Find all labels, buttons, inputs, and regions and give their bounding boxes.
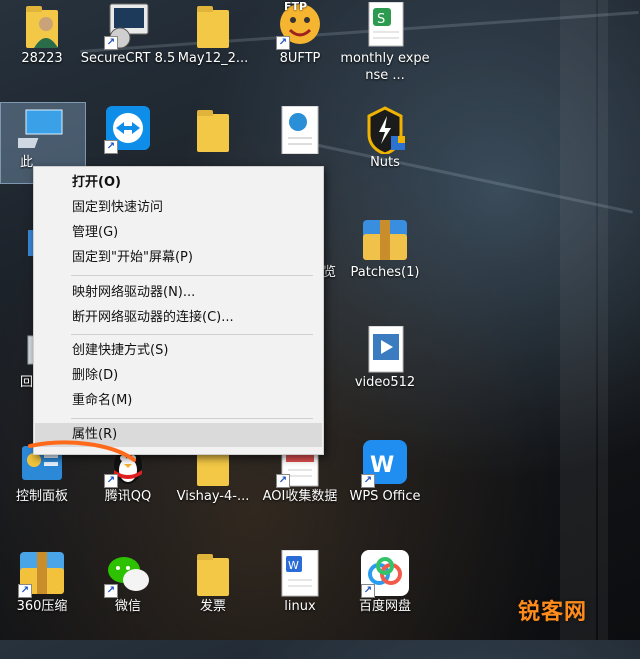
wps-office-icon: W ↗ bbox=[361, 440, 409, 488]
folder-icon bbox=[189, 550, 237, 598]
desktop-icon-may12[interactable]: May12_2... bbox=[165, 0, 261, 111]
shortcut-arrow-icon: ↗ bbox=[104, 140, 118, 154]
icon-label: Vishay-4-... bbox=[176, 489, 250, 504]
watermark: 锐客网 bbox=[518, 600, 588, 625]
shortcut-arrow-icon: ↗ bbox=[18, 584, 32, 598]
folder-icon bbox=[189, 2, 237, 50]
menu-item-manage[interactable]: 管理(G) bbox=[35, 221, 322, 245]
menu-separator bbox=[71, 418, 313, 419]
icon-label: SecureCRT 8.5 bbox=[80, 51, 176, 66]
menu-separator bbox=[71, 334, 313, 335]
desktop-icon-linux[interactable]: W linux bbox=[252, 548, 348, 659]
desktop-icon-baidu-netdisk[interactable]: ↗ 百度网盘 bbox=[337, 548, 433, 659]
shortcut-arrow-icon: ↗ bbox=[361, 474, 375, 488]
user-folder-icon bbox=[18, 2, 66, 50]
menu-item-pin-quick-access[interactable]: 固定到快速访问 bbox=[35, 196, 322, 220]
ftp-badge: FTP bbox=[284, 0, 308, 13]
shortcut-arrow-icon: ↗ bbox=[104, 36, 118, 50]
desktop-icon-monthly-expense[interactable]: S monthly expense ... bbox=[337, 0, 433, 111]
icon-label: linux bbox=[284, 599, 316, 614]
spreadsheet-icon: S bbox=[361, 1, 409, 50]
menu-item-delete[interactable]: 删除(D) bbox=[35, 364, 322, 388]
menu-item-disconnect-network-drive[interactable]: 断开网络驱动器的连接(C)... bbox=[35, 306, 322, 330]
nuts-shield-icon bbox=[361, 106, 409, 156]
desktop-icon-securecrt[interactable]: ↗ SecureCRT 8.5 bbox=[80, 0, 176, 111]
icon-label: May12_2... bbox=[177, 51, 249, 66]
baidu-netdisk-icon: ↗ bbox=[361, 550, 409, 598]
menu-separator bbox=[71, 275, 313, 276]
icon-label: 控制面板 bbox=[15, 489, 68, 504]
icon-label: WPS Office bbox=[349, 489, 421, 504]
icon-label: video512 bbox=[354, 375, 416, 390]
background-pillar bbox=[598, 0, 608, 640]
desktop-icon-video512[interactable]: video512 bbox=[337, 324, 433, 435]
icon-label: 8UFTP bbox=[279, 51, 321, 66]
securecrt-icon: ↗ bbox=[104, 2, 152, 50]
video-file-icon bbox=[361, 325, 409, 374]
menu-item-open[interactable]: 打开(O) bbox=[35, 171, 322, 195]
shortcut-arrow-icon: ↗ bbox=[276, 474, 290, 488]
desktop-icon-wechat[interactable]: ↗ 微信 bbox=[80, 548, 176, 659]
context-menu: 打开(O) 固定到快速访问 管理(G) 固定到"开始"屏幕(P) 映射网络驱动器… bbox=[33, 166, 324, 455]
icon-label: 360压缩 bbox=[16, 599, 68, 614]
icon-label: 发票 bbox=[199, 599, 226, 614]
360-archive-icon: ↗ bbox=[18, 550, 66, 598]
icon-label: monthly expense ... bbox=[340, 51, 430, 83]
desktop-icon-8uftp[interactable]: FTP ↗ 8UFTP bbox=[252, 0, 348, 111]
desktop-icon-wps-office[interactable]: W ↗ WPS Office bbox=[337, 438, 433, 549]
annotation-underline bbox=[28, 440, 136, 462]
icon-label: Nuts bbox=[370, 155, 400, 170]
archive-icon bbox=[361, 216, 409, 264]
shortcut-arrow-icon: ↗ bbox=[361, 584, 375, 598]
icon-label: Patches(1) bbox=[350, 265, 420, 280]
svg-text:W: W bbox=[288, 559, 299, 572]
icon-label: AOI收集数据 bbox=[262, 489, 338, 504]
shortcut-arrow-icon: ↗ bbox=[104, 474, 118, 488]
web-document-icon bbox=[276, 105, 324, 155]
icon-label: 腾讯QQ bbox=[104, 489, 152, 504]
icon-label: 微信 bbox=[114, 599, 141, 614]
folder-icon bbox=[189, 106, 237, 154]
icon-label: 28223 bbox=[21, 51, 63, 66]
shortcut-arrow-icon: ↗ bbox=[276, 36, 290, 50]
icon-label: 百度网盘 bbox=[358, 599, 411, 614]
shortcut-arrow-icon: ↗ bbox=[104, 584, 118, 598]
teamviewer-icon: ↗ bbox=[104, 106, 152, 154]
desktop-icon-360zip[interactable]: ↗ 360压缩 bbox=[0, 548, 90, 659]
word-document-icon: W bbox=[276, 549, 324, 598]
desktop-icon-nuts[interactable]: Nuts bbox=[337, 104, 433, 215]
ftp-smiley-icon: FTP ↗ bbox=[276, 0, 324, 50]
background-pillar bbox=[560, 0, 596, 640]
desktop-icon-28223[interactable]: 28223 bbox=[0, 0, 90, 111]
wechat-icon: ↗ bbox=[104, 550, 152, 598]
desktop-icon-patches[interactable]: Patches(1) bbox=[337, 214, 433, 325]
computer-icon bbox=[6, 106, 66, 154]
svg-text:S: S bbox=[377, 12, 385, 27]
menu-item-create-shortcut[interactable]: 创建快捷方式(S) bbox=[35, 339, 322, 363]
desktop-icon-invoice[interactable]: 发票 bbox=[165, 548, 261, 659]
menu-item-map-network-drive[interactable]: 映射网络驱动器(N)... bbox=[35, 281, 322, 305]
menu-item-pin-start[interactable]: 固定到"开始"屏幕(P) bbox=[35, 246, 322, 270]
menu-item-rename[interactable]: 重命名(M) bbox=[35, 389, 322, 413]
